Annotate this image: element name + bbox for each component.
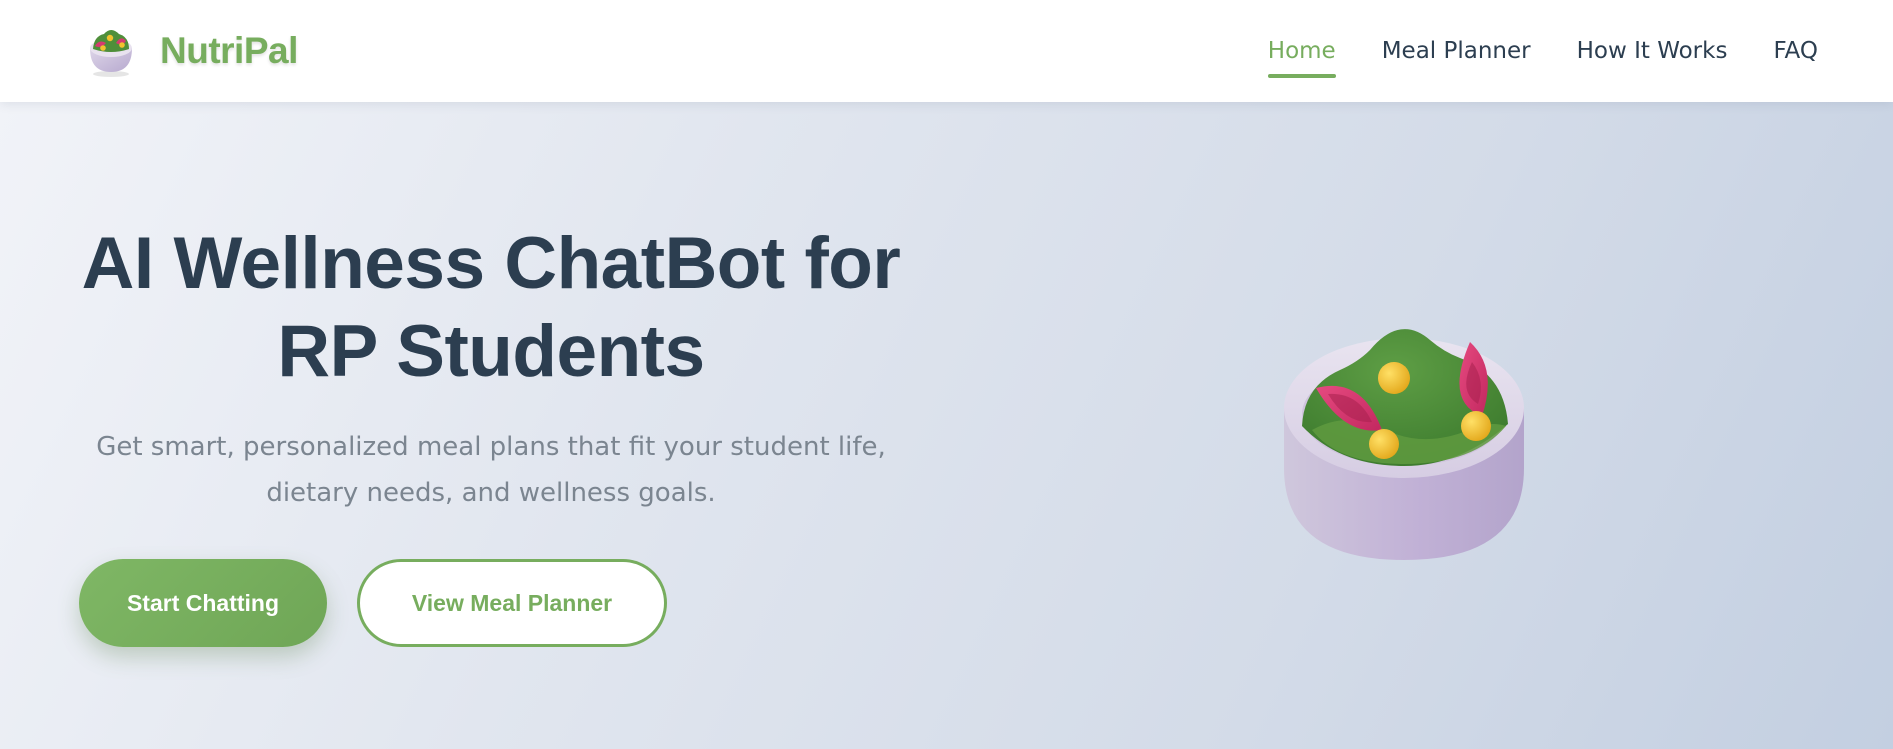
- main-nav: Home Meal Planner How It Works FAQ: [1222, 0, 1818, 102]
- hero-subtitle-line-1: Get smart, personalized meal plans that …: [96, 432, 886, 462]
- nav-item-meal-planner[interactable]: Meal Planner: [1382, 38, 1531, 64]
- hero-subtitle: Get smart, personalized meal plans that …: [78, 424, 904, 516]
- hero-text: AI Wellness ChatBot for RP Students Get …: [78, 220, 904, 516]
- top-navbar: NutriPal Home Meal Planner How It Works …: [0, 0, 1893, 102]
- salad-bowl-icon: [90, 30, 132, 77]
- brand[interactable]: NutriPal: [86, 24, 298, 78]
- view-meal-planner-button[interactable]: View Meal Planner: [357, 559, 667, 647]
- hero-title-line-2: RP Students: [277, 311, 705, 392]
- start-chatting-button[interactable]: Start Chatting: [79, 559, 327, 647]
- salad-bowl-icon: [1284, 329, 1524, 560]
- hero-actions: Start Chatting View Meal Planner: [79, 559, 667, 647]
- hero-section: AI Wellness ChatBot for RP Students Get …: [0, 102, 1893, 749]
- nav-item-faq[interactable]: FAQ: [1773, 38, 1818, 64]
- hero-title-line-1: AI Wellness ChatBot for: [81, 223, 901, 304]
- hero-subtitle-line-2: dietary needs, and wellness goals.: [266, 478, 716, 508]
- nav-item-how-it-works[interactable]: How It Works: [1577, 38, 1728, 64]
- brand-name: NutriPal: [160, 30, 298, 71]
- hero-title: AI Wellness ChatBot for RP Students: [78, 220, 904, 396]
- nav-item-home[interactable]: Home: [1267, 38, 1336, 78]
